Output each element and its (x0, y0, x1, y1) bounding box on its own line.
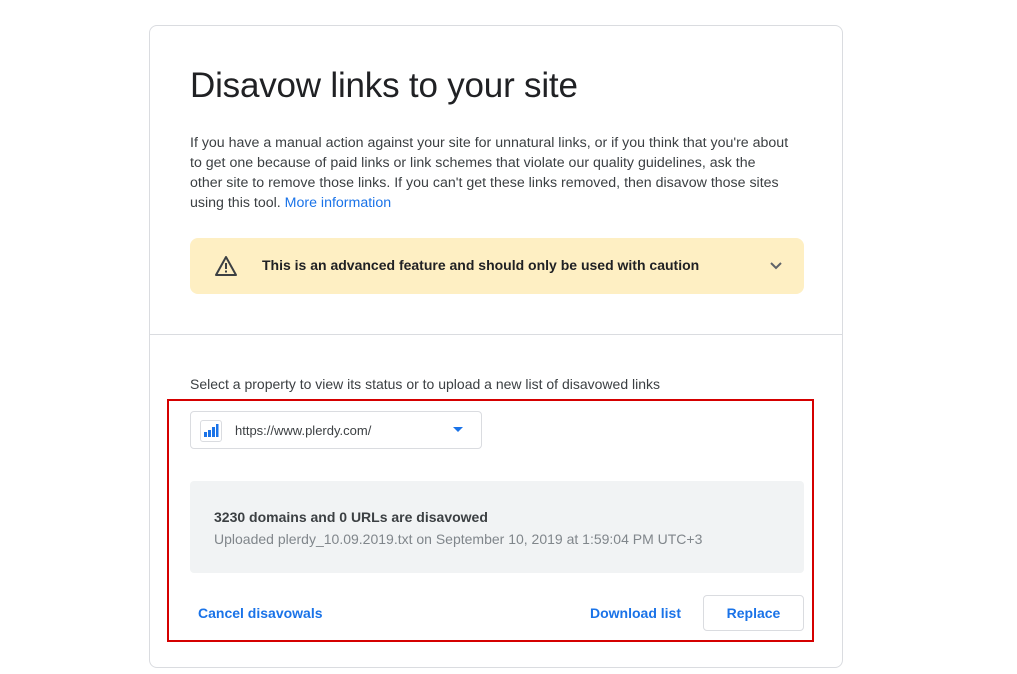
disavow-summary: 3230 domains and 0 URLs are disavowed (214, 509, 488, 525)
cancel-disavowals-button[interactable]: Cancel disavowals (198, 605, 323, 621)
intro-paragraph: If you have a manual action against your… (190, 133, 790, 213)
section-divider (150, 334, 842, 335)
property-select-label: Select a property to view its status or … (190, 376, 661, 392)
caution-text: This is an advanced feature and should o… (262, 257, 700, 273)
warning-triangle-icon (215, 256, 237, 276)
property-dropdown[interactable]: https://www.plerdy.com/ (190, 411, 482, 449)
replace-button[interactable]: Replace (703, 595, 804, 631)
disavow-status-panel: 3230 domains and 0 URLs are disavowed Up… (190, 481, 804, 573)
dropdown-arrow-icon (453, 427, 463, 432)
page-title: Disavow links to your site (190, 66, 578, 105)
caution-banner[interactable]: This is an advanced feature and should o… (190, 238, 804, 294)
search-console-property-icon (200, 420, 222, 442)
upload-details: Uploaded plerdy_10.09.2019.txt on Septem… (214, 531, 703, 547)
download-list-button[interactable]: Download list (590, 605, 681, 621)
disavow-card: Disavow links to your site If you have a… (149, 25, 843, 668)
intro-text: If you have a manual action against your… (190, 135, 789, 211)
more-information-link[interactable]: More information (285, 195, 391, 211)
selected-property-url: https://www.plerdy.com/ (235, 423, 372, 438)
chevron-down-icon[interactable] (768, 257, 784, 273)
